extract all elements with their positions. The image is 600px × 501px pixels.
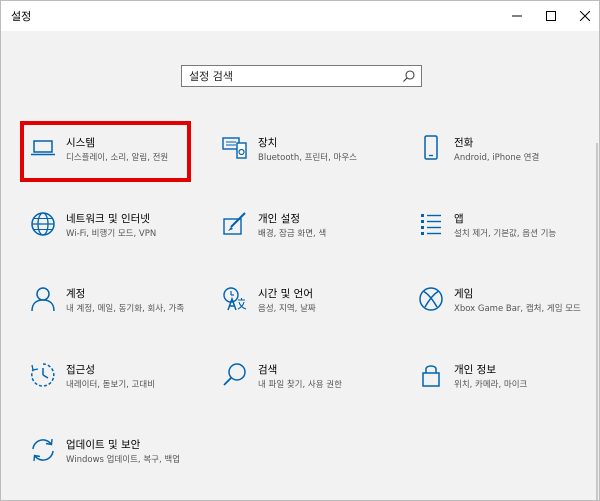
tile-accessibility[interactable]: 접근성 내레이터, 돋보기, 고대비 (25, 362, 200, 412)
tile-title: 계정 (66, 288, 86, 300)
tile-phone[interactable]: 전화 Android, iPhone 연결 (413, 135, 588, 185)
tile-title: 네트워크 및 인터넷 (66, 213, 150, 225)
tile-title: 업데이트 및 보안 (66, 439, 141, 451)
phone-icon (418, 135, 444, 161)
settings-window: 설정 시스템 디스플레이, 소리, 알림, 전원 (0, 0, 600, 501)
tile-title: 개인 설정 (258, 213, 300, 225)
settings-home: 시스템 디스플레이, 소리, 알림, 전원 장치 Bluetooth, 프린터,… (1, 31, 599, 500)
tile-gaming[interactable]: 게임 Xbox Game Bar, 캡처, 게임 모드 (413, 286, 588, 336)
globe-icon (30, 211, 56, 237)
tile-title: 검색 (258, 364, 278, 376)
search-box[interactable] (181, 65, 422, 87)
paint-icon (222, 211, 248, 237)
tile-title: 게임 (454, 288, 474, 300)
search-input[interactable] (182, 66, 392, 86)
devices-icon (222, 135, 248, 161)
tile-title: 시간 및 언어 (258, 288, 313, 300)
close-button[interactable] (567, 1, 600, 31)
tile-description: 위치, 카메라, 마이크 (454, 380, 528, 390)
tile-description: 배경, 잠금 화면, 색 (258, 229, 327, 239)
tile-description: Android, iPhone 연결 (454, 153, 540, 163)
search-icon (222, 362, 248, 388)
apps-list-icon (418, 211, 444, 237)
tile-description: 음성, 지역, 날짜 (258, 304, 316, 314)
time-language-icon (222, 286, 248, 312)
tile-search[interactable]: 검색 내 파일 찾기, 사용 권한 (217, 362, 392, 412)
tile-apps[interactable]: 앱 설치 제거, 기본값, 옵션 기능 (413, 211, 588, 261)
tile-update-security[interactable]: 업데이트 및 보안 Windows 업데이트, 복구, 백업 (25, 437, 200, 487)
person-icon (30, 286, 56, 312)
scrollbar[interactable] (596, 143, 598, 500)
xbox-icon (418, 286, 444, 312)
tile-title: 전화 (454, 137, 474, 149)
tile-personalization[interactable]: 개인 설정 배경, 잠금 화면, 색 (217, 211, 392, 261)
maximize-icon (546, 11, 556, 21)
title-bar[interactable]: 설정 (1, 1, 599, 31)
tile-title: 장치 (258, 137, 278, 149)
tile-description: Xbox Game Bar, 캡처, 게임 모드 (454, 304, 581, 314)
tile-description: Bluetooth, 프린터, 마우스 (258, 153, 357, 163)
tile-title: 접근성 (66, 364, 95, 376)
tile-description: 내 계정, 메일, 동기화, 회사, 가족 (66, 304, 185, 314)
minimize-icon (512, 15, 522, 17)
tile-title: 개인 정보 (454, 364, 496, 376)
tile-title: 앱 (454, 213, 464, 225)
tile-description: 내레이터, 돋보기, 고대비 (66, 380, 156, 390)
tile-devices[interactable]: 장치 Bluetooth, 프린터, 마우스 (217, 135, 392, 185)
maximize-button[interactable] (533, 1, 569, 31)
tile-accounts[interactable]: 계정 내 계정, 메일, 동기화, 회사, 가족 (25, 286, 200, 336)
tile-description: Windows 업데이트, 복구, 백업 (66, 455, 181, 465)
close-icon (580, 11, 590, 21)
tile-privacy[interactable]: 개인 정보 위치, 카메라, 마이크 (413, 362, 588, 412)
tile-network[interactable]: 네트워크 및 인터넷 Wi-Fi, 비행기 모드, VPN (25, 211, 200, 261)
tile-time-language[interactable]: 시간 및 언어 음성, 지역, 날짜 (217, 286, 392, 336)
highlight-box (20, 121, 191, 182)
minimize-button[interactable] (499, 1, 535, 31)
accessibility-icon (30, 362, 56, 388)
lock-icon (418, 362, 444, 388)
tile-description: 설치 제거, 기본값, 옵션 기능 (454, 229, 557, 239)
sync-icon (30, 437, 56, 463)
tile-description: 내 파일 찾기, 사용 권한 (258, 380, 342, 390)
tile-description: Wi-Fi, 비행기 모드, VPN (66, 229, 157, 239)
window-title: 설정 (11, 10, 32, 23)
search-icon[interactable] (402, 69, 416, 83)
